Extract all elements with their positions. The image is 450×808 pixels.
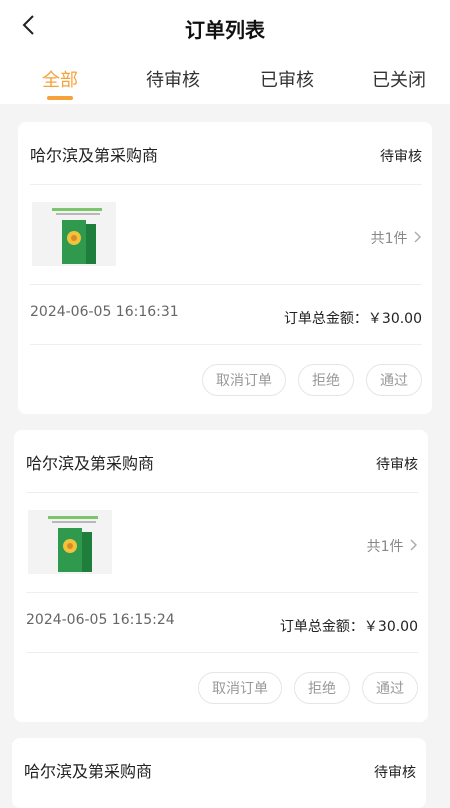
order-date: 2024-06-05 16:16:31 bbox=[30, 304, 179, 320]
reject-button[interactable]: 拒绝 bbox=[298, 364, 354, 396]
store-name: 哈尔滨及第采购商 bbox=[24, 762, 153, 781]
tab-approved[interactable]: 已审核 bbox=[260, 66, 314, 92]
order-total: 订单总金额：￥30.00 bbox=[283, 311, 422, 327]
status-badge: 待审核 bbox=[374, 765, 416, 781]
order-card[interactable]: 哈尔滨及第采购商 待审核 bbox=[12, 738, 426, 808]
header-bar: 订单列表 bbox=[0, 0, 450, 52]
item-count-link[interactable]: 共1件 bbox=[371, 228, 422, 248]
divider bbox=[30, 284, 422, 285]
store-name: 哈尔滨及第采购商 bbox=[30, 146, 159, 165]
product-image[interactable] bbox=[32, 202, 116, 266]
tab-pending[interactable]: 待审核 bbox=[146, 66, 200, 92]
reject-button[interactable]: 拒绝 bbox=[294, 672, 350, 704]
approve-button[interactable]: 通过 bbox=[362, 672, 418, 704]
active-tab-indicator bbox=[47, 96, 73, 100]
product-package-icon bbox=[28, 510, 112, 574]
order-card[interactable]: 哈尔滨及第采购商 待审核 共1件 2024-06-05 16:15:24 订单总… bbox=[14, 430, 428, 722]
status-badge: 待审核 bbox=[376, 457, 418, 473]
tab-bar: 全部 待审核 已审核 已关闭 bbox=[0, 52, 450, 104]
cancel-order-button[interactable]: 取消订单 bbox=[202, 364, 286, 396]
divider bbox=[30, 184, 422, 185]
store-name: 哈尔滨及第采购商 bbox=[26, 454, 155, 473]
tab-closed[interactable]: 已关闭 bbox=[372, 66, 426, 92]
page-title: 订单列表 bbox=[185, 18, 265, 42]
divider bbox=[30, 344, 422, 345]
status-badge: 待审核 bbox=[380, 149, 422, 165]
order-card[interactable]: 哈尔滨及第采购商 待审核 共1件 2024-06-05 16:16:31 订单总… bbox=[18, 122, 432, 414]
item-count-link[interactable]: 共1件 bbox=[367, 536, 418, 556]
divider bbox=[26, 492, 418, 493]
divider bbox=[26, 652, 418, 653]
order-total: 订单总金额：￥30.00 bbox=[279, 619, 418, 635]
divider bbox=[26, 592, 418, 593]
chevron-right-icon bbox=[414, 231, 421, 243]
product-image[interactable] bbox=[28, 510, 112, 574]
item-count: 共1件 bbox=[366, 539, 404, 555]
item-count: 共1件 bbox=[370, 231, 408, 247]
approve-button[interactable]: 通过 bbox=[366, 364, 422, 396]
tab-all[interactable]: 全部 bbox=[42, 66, 78, 92]
cancel-order-button[interactable]: 取消订单 bbox=[198, 672, 282, 704]
order-date: 2024-06-05 16:15:24 bbox=[26, 612, 175, 628]
chevron-right-icon bbox=[410, 539, 417, 551]
product-package-icon bbox=[32, 202, 116, 266]
